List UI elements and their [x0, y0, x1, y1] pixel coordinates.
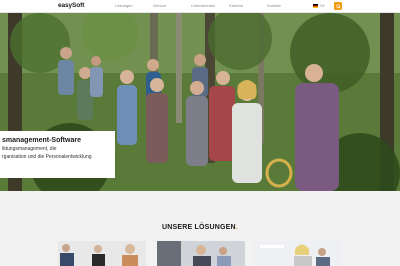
menu-item-unternehmen[interactable]: Unternehmen	[191, 3, 229, 8]
solutions-section: UNSERE LÖSUNGEN.	[0, 191, 400, 266]
solution-card-3-image	[254, 241, 342, 266]
hero-banner: smanagement-Software ildungsmanagement, …	[0, 13, 400, 191]
solution-card-1[interactable]	[58, 241, 146, 266]
language-switcher[interactable]: DE	[313, 4, 325, 8]
section-title-text: UNSERE LÖSUNGEN	[162, 224, 236, 231]
hero-text-card: smanagement-Software ildungsmanagement, …	[0, 131, 115, 178]
hero-subtitle-line-1: ildungsmanagement, die	[2, 146, 57, 152]
menu-item-karriere[interactable]: Karriere	[229, 3, 267, 8]
menu-item-kontakt[interactable]: Kontakt	[267, 3, 305, 8]
menu-item-service[interactable]: Service	[153, 3, 191, 8]
search-button[interactable]	[334, 2, 342, 10]
logo[interactable]: easySoft	[58, 2, 84, 9]
solution-card-1-image	[58, 241, 146, 266]
hero-subtitle-line-2: rganisation und die Personalentwicklung	[2, 154, 92, 160]
section-title: UNSERE LÖSUNGEN.	[0, 224, 400, 231]
top-navigation: easySoft Lösungen Service Unternehmen Ka…	[0, 0, 400, 13]
search-icon	[335, 3, 341, 9]
main-menu: Lösungen Service Unternehmen Karriere Ko…	[115, 3, 305, 8]
solution-card-3[interactable]	[254, 241, 342, 266]
menu-item-loesungen[interactable]: Lösungen	[115, 3, 153, 8]
section-title-dot: .	[235, 224, 238, 231]
language-label: DE	[320, 4, 325, 8]
flag-de-icon	[313, 4, 318, 8]
solution-card-2-image	[157, 241, 245, 266]
solution-card-2[interactable]	[157, 241, 245, 266]
hero-title: smanagement-Software	[2, 137, 81, 144]
